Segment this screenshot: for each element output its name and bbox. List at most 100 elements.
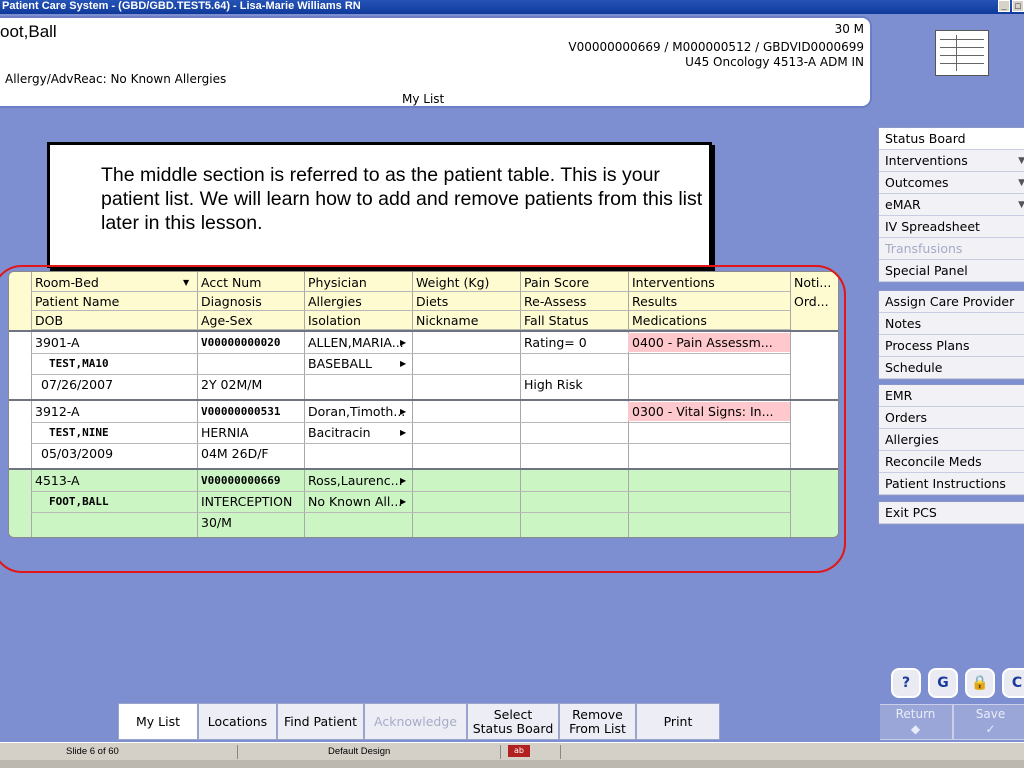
dropdown-arrow-icon[interactable]: ▶ xyxy=(398,423,410,442)
refresh-icon[interactable]: C xyxy=(1002,668,1024,698)
column-header[interactable]: Interventions xyxy=(628,273,790,292)
column-header[interactable]: Allergies xyxy=(304,292,412,311)
callout-text: The middle section is referred to as the… xyxy=(101,164,703,234)
select-status-board-button[interactable]: Select Status Board xyxy=(467,703,559,740)
minimize-icon[interactable]: _ xyxy=(998,0,1010,12)
patient-room-cell[interactable]: 3901-A xyxy=(31,333,197,352)
column-header[interactable]: Pain Score xyxy=(520,273,628,292)
patient-dob-cell[interactable]: 05/03/2009 xyxy=(31,444,197,463)
globe-icon[interactable]: G xyxy=(928,668,958,698)
column-header[interactable]: Room-Bed xyxy=(31,273,197,292)
return-button[interactable]: Return ◆ xyxy=(878,704,953,740)
patient-name-cell[interactable]: FOOT,BALL xyxy=(31,492,197,511)
menu-item-notes[interactable]: Notes xyxy=(879,313,1024,335)
patient-interventions-cell[interactable]: 0300 - Vital Signs: In... xyxy=(628,402,790,421)
menu-item-transfusions[interactable]: Transfusions xyxy=(879,238,1024,260)
column-header[interactable]: Noti... xyxy=(790,273,838,292)
column-header[interactable]: Fall Status xyxy=(520,311,628,330)
patient-diagnosis-cell[interactable] xyxy=(197,354,304,373)
column-header[interactable]: Isolation xyxy=(304,311,412,330)
patient-interventions-cell[interactable] xyxy=(628,471,790,490)
menu-item-iv-spreadsheet[interactable]: IV Spreadsheet xyxy=(879,216,1024,238)
menu-item-exit-pcs[interactable]: Exit PCS xyxy=(879,502,1024,524)
menu-item-status-board[interactable]: Status Board xyxy=(879,128,1024,150)
menu-item-interventions[interactable]: Interventions▼ xyxy=(879,150,1024,172)
patient-pain-cell[interactable] xyxy=(520,471,628,490)
tab-locations[interactable]: Locations xyxy=(198,703,277,740)
patient-name-cell[interactable]: TEST,MA10 xyxy=(31,354,197,373)
patient-acct-cell[interactable]: V00000000531 xyxy=(197,402,304,421)
patient-pain-cell[interactable] xyxy=(520,402,628,421)
menu-item-allergies[interactable]: Allergies xyxy=(879,429,1024,451)
patient-fall-cell[interactable]: High Risk xyxy=(520,375,628,394)
column-header[interactable]: Age-Sex xyxy=(197,311,304,330)
tab-find-patient[interactable]: Find Patient xyxy=(277,703,364,740)
sort-dropdown-icon[interactable]: ▼ xyxy=(179,273,195,292)
column-header[interactable]: Ord... xyxy=(790,292,838,311)
patient-fall-cell[interactable] xyxy=(520,513,628,532)
list-title: My List xyxy=(402,92,445,106)
patient-acct-cell[interactable]: V00000000020 xyxy=(197,333,304,352)
column-header[interactable]: Nickname xyxy=(412,311,520,330)
column-header[interactable]: Diagnosis xyxy=(197,292,304,311)
patient-physician-cell[interactable]: ALLEN,MARIA... xyxy=(304,333,412,352)
column-header[interactable]: Diets xyxy=(412,292,520,311)
column-header[interactable]: Medications xyxy=(628,311,790,330)
column-header[interactable] xyxy=(790,311,838,330)
patient-dob-cell[interactable]: 07/26/2007 xyxy=(31,375,197,394)
spellcheck-icon[interactable]: ab xyxy=(508,745,530,757)
dropdown-arrow-icon[interactable]: ▶ xyxy=(398,402,410,421)
tab-acknowledge[interactable]: Acknowledge xyxy=(364,703,467,740)
patient-diagnosis-cell[interactable]: INTERCEPTION xyxy=(197,492,304,511)
menu-item-orders[interactable]: Orders xyxy=(879,407,1024,429)
column-header[interactable]: Acct Num xyxy=(197,273,304,292)
lock-icon[interactable]: 🔒 xyxy=(965,668,995,698)
patient-interventions-cell[interactable]: 0400 - Pain Assessm... xyxy=(628,333,790,352)
patient-allergies-cell[interactable]: BASEBALL xyxy=(304,354,412,373)
return-save-bar: Return ◆ Save ✓ xyxy=(878,704,1024,740)
patient-allergies-cell[interactable]: No Known All... xyxy=(304,492,412,511)
column-header[interactable]: Results xyxy=(628,292,790,311)
menu-item-schedule[interactable]: Schedule xyxy=(879,357,1024,379)
menu-item-emar[interactable]: eMAR▼ xyxy=(879,194,1024,216)
dropdown-arrow-icon[interactable]: ▶ xyxy=(398,492,410,511)
remove-from-list-button[interactable]: Remove From List xyxy=(559,703,636,740)
column-header[interactable]: Re-Assess xyxy=(520,292,628,311)
column-header[interactable]: Physician xyxy=(304,273,412,292)
patient-name-cell[interactable]: TEST,NINE xyxy=(31,423,197,442)
window-controls: _ □ xyxy=(998,0,1024,14)
patient-acct-cell[interactable]: V00000000669 xyxy=(197,471,304,490)
patient-age-sex-cell[interactable]: 04M 26D/F xyxy=(197,444,304,463)
menu-item-process-plans[interactable]: Process Plans xyxy=(879,335,1024,357)
print-button[interactable]: Print xyxy=(636,703,720,740)
patient-age-sex-cell[interactable]: 30/M xyxy=(197,513,304,532)
patient-room-cell[interactable]: 3912-A xyxy=(31,402,197,421)
column-header[interactable]: Patient Name xyxy=(31,292,197,311)
patient-pain-cell[interactable]: Rating= 0 xyxy=(520,333,628,352)
tab-my-list[interactable]: My List xyxy=(118,703,198,740)
return-label: Return xyxy=(895,707,936,721)
save-button[interactable]: Save ✓ xyxy=(953,704,1024,740)
column-header[interactable]: DOB xyxy=(31,311,197,330)
patient-age-sex-cell[interactable]: 2Y 02M/M xyxy=(197,375,304,394)
restore-icon[interactable]: □ xyxy=(1012,0,1024,12)
menu-item-patient-instructions[interactable]: Patient Instructions xyxy=(879,473,1024,495)
patient-fall-cell[interactable] xyxy=(520,444,628,463)
help-icon[interactable]: ? xyxy=(891,668,921,698)
patient-room-cell[interactable]: 4513-A xyxy=(31,471,197,490)
menu-item-special-panel[interactable]: Special Panel xyxy=(879,260,1024,282)
menu-item-outcomes[interactable]: Outcomes▼ xyxy=(879,172,1024,194)
menu-item-reconcile-meds[interactable]: Reconcile Meds xyxy=(879,451,1024,473)
dropdown-arrow-icon[interactable]: ▶ xyxy=(398,471,410,490)
dropdown-arrow-icon[interactable]: ▶ xyxy=(398,333,410,352)
menu-item-assign-care-provider[interactable]: Assign Care Provider xyxy=(879,291,1024,313)
patient-diagnosis-cell[interactable]: HERNIA xyxy=(197,423,304,442)
patient-allergies-cell[interactable]: Bacitracin xyxy=(304,423,412,442)
patient-dob-cell[interactable] xyxy=(31,513,197,532)
dropdown-arrow-icon[interactable]: ▶ xyxy=(398,354,410,373)
menu-item-emr[interactable]: EMR xyxy=(879,385,1024,407)
document-icon[interactable] xyxy=(935,30,989,76)
patient-physician-cell[interactable]: Ross,Laurenc... xyxy=(304,471,412,490)
column-header[interactable]: Weight (Kg) xyxy=(412,273,520,292)
patient-physician-cell[interactable]: Doran,Timoth... xyxy=(304,402,412,421)
